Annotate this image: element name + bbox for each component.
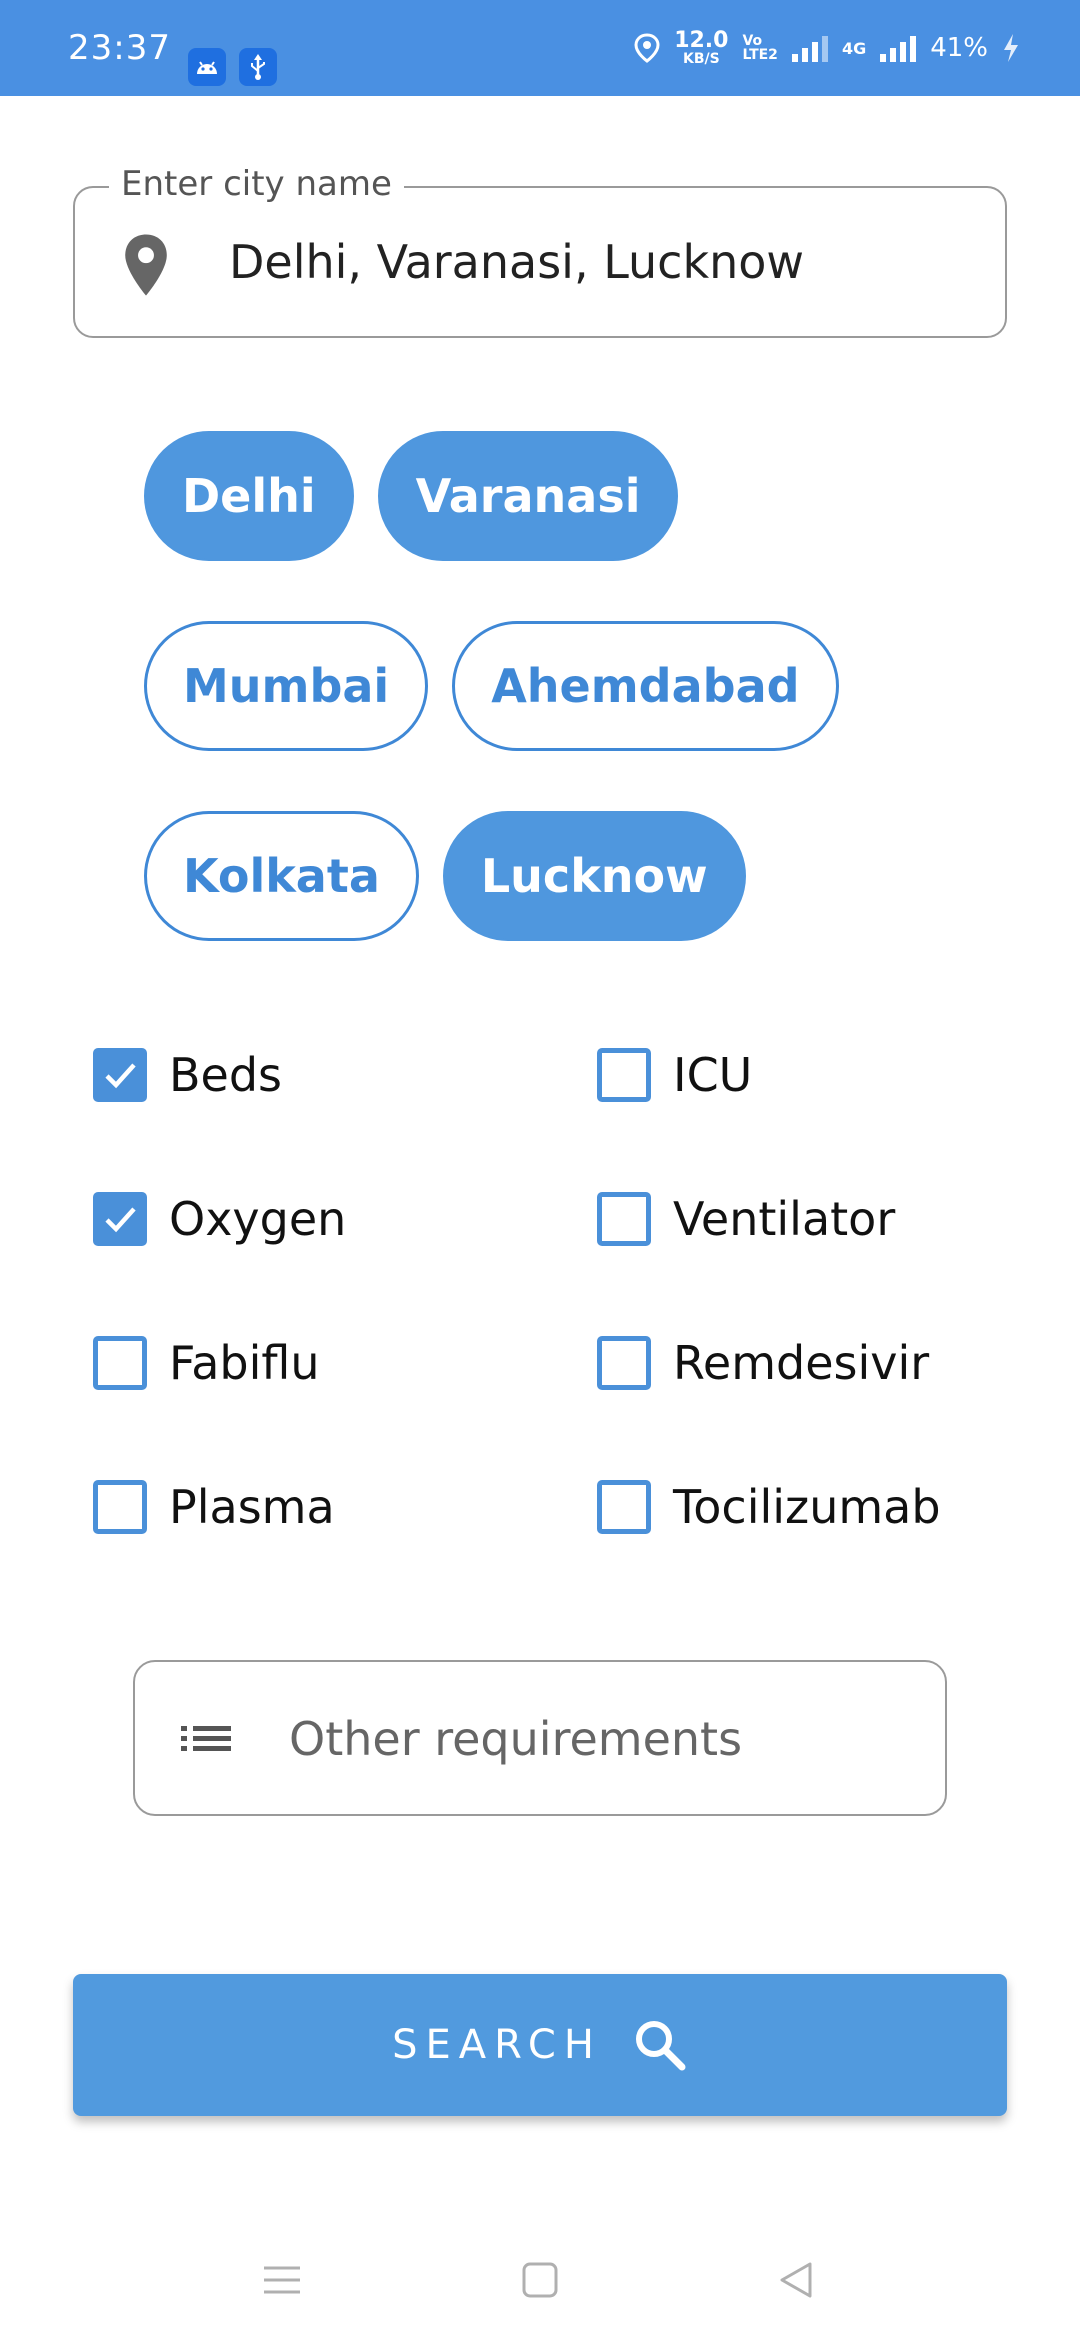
search-button-label: SEARCH	[392, 2022, 602, 2068]
checkbox-label: Ventilator	[673, 1192, 896, 1246]
check-icon	[105, 1063, 136, 1089]
menu-icon[interactable]	[252, 2250, 312, 2310]
checkbox-fabiflu[interactable]: Fabiflu	[93, 1336, 320, 1390]
chip-mumbai[interactable]: Mumbai	[144, 621, 429, 751]
list-icon	[181, 1726, 231, 1751]
checkbox-plasma[interactable]: Plasma	[93, 1480, 335, 1534]
other-requirements-input[interactable]	[287, 1662, 891, 1816]
checkbox-ventilator[interactable]: Ventilator	[597, 1192, 895, 1246]
chip-row-3: Kolkata Lucknow	[144, 811, 746, 941]
checkbox-tocilizumab[interactable]: Tocilizumab	[597, 1480, 941, 1534]
chip-delhi[interactable]: Delhi	[144, 431, 354, 561]
checkbox-box[interactable]	[597, 1192, 651, 1246]
chip-lucknow[interactable]: Lucknow	[442, 811, 746, 941]
battery-charging-icon	[1004, 34, 1018, 62]
location-icon	[634, 33, 660, 63]
checkbox-box[interactable]	[597, 1480, 651, 1534]
checkbox-label: Fabiflu	[169, 1336, 320, 1390]
checkbox-box[interactable]	[93, 1048, 147, 1102]
checkbox-label: ICU	[673, 1048, 753, 1102]
chip-varanasi[interactable]: Varanasi	[377, 431, 679, 561]
chip-row-2: Mumbai Ahemdabad	[144, 621, 839, 751]
other-requirements-field[interactable]	[133, 1660, 947, 1816]
checkbox-remdesivir[interactable]: Remdesivir	[597, 1336, 929, 1390]
checkbox-box[interactable]	[93, 1480, 147, 1534]
chip-kolkata[interactable]: Kolkata	[144, 811, 419, 941]
checkbox-beds[interactable]: Beds	[93, 1048, 282, 1102]
status-time: 23:37	[68, 28, 171, 68]
checkbox-icu[interactable]: ICU	[597, 1048, 752, 1102]
back-icon[interactable]	[766, 2250, 826, 2310]
android-icon	[188, 48, 226, 86]
checkbox-label: Beds	[169, 1048, 283, 1102]
checkbox-oxygen[interactable]: Oxygen	[93, 1192, 346, 1246]
city-name-field[interactable]: Enter city name Delhi, Varanasi, Lucknow	[73, 164, 1007, 338]
volte-indicator: Vo LTE2	[742, 33, 778, 63]
checkbox-box[interactable]	[597, 1336, 651, 1390]
usb-icon	[239, 48, 277, 86]
location-pin-icon	[125, 234, 167, 296]
chip-row-1: Delhi Varanasi	[144, 431, 679, 561]
city-field-value[interactable]: Delhi, Varanasi, Lucknow	[229, 188, 804, 336]
search-icon	[635, 2021, 686, 2071]
check-icon	[105, 1207, 136, 1233]
battery-level: 41%	[930, 33, 988, 63]
checkbox-label: Tocilizumab	[673, 1480, 941, 1534]
checkbox-box[interactable]	[597, 1048, 651, 1102]
network-type: 4G	[841, 38, 867, 58]
checkbox-label: Remdesivir	[673, 1336, 930, 1390]
checkbox-box[interactable]	[93, 1336, 147, 1390]
status-indicators: 12.0 KB/S Vo LTE2 4G 41%	[634, 0, 1020, 96]
chip-ahemdabad[interactable]: Ahemdabad	[452, 621, 839, 751]
search-button[interactable]: SEARCH	[73, 1974, 1007, 2116]
checkbox-label: Oxygen	[169, 1192, 347, 1246]
checkbox-label: Plasma	[169, 1480, 335, 1534]
signal-icon	[791, 34, 828, 62]
checkbox-box[interactable]	[93, 1192, 147, 1246]
signal-icon-2	[880, 34, 917, 62]
navigation-bar	[0, 2220, 1080, 2340]
status-bar: 23:37 12.0 KB/S Vo LTE2 4G 41%	[0, 0, 1080, 96]
network-speed: 12.0 KB/S	[674, 28, 729, 67]
home-icon[interactable]	[510, 2250, 570, 2310]
